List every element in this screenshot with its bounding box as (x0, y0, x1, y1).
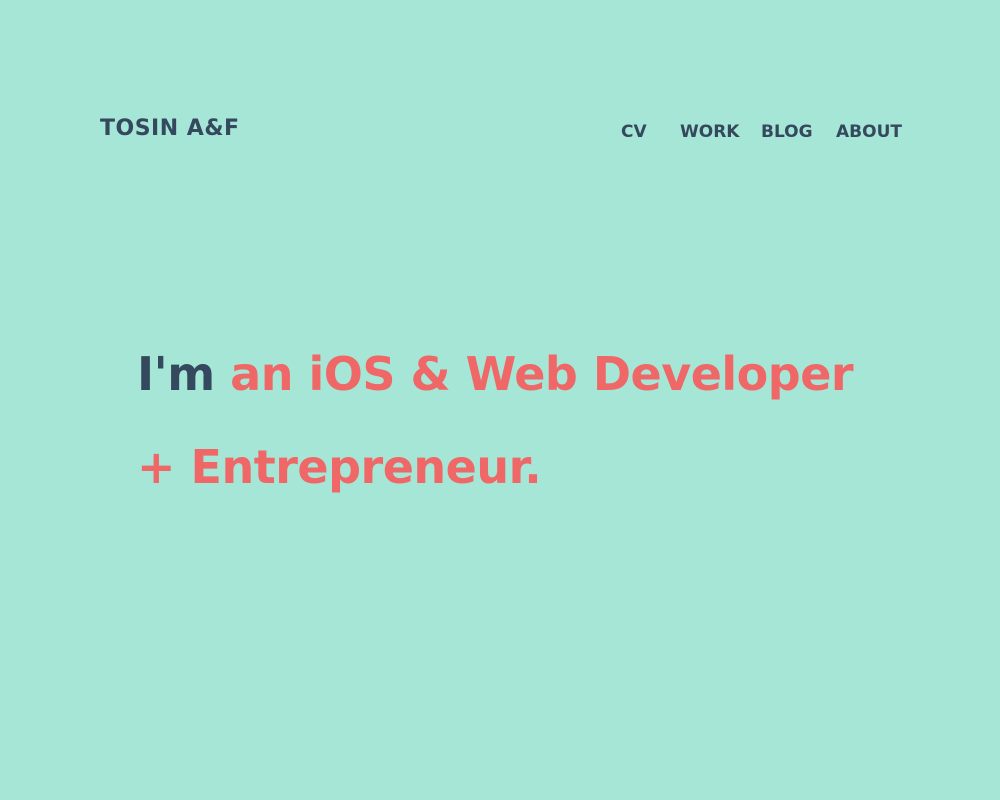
nav-link-about[interactable]: ABOUT (836, 122, 902, 142)
main-nav: CV WORK BLOG ABOUT (0, 122, 1000, 146)
hero-tagline: an iOS & Web Developer + Entrepreneur. (137, 347, 854, 494)
hero-headline: I'm an iOS & Web Developer + Entrepreneu… (137, 328, 897, 514)
nav-link-blog[interactable]: BLOG (761, 122, 813, 142)
nav-link-work[interactable]: WORK (680, 122, 739, 142)
nav-link-cv[interactable]: CV (621, 122, 647, 142)
hero-lead: I'm (137, 347, 215, 401)
